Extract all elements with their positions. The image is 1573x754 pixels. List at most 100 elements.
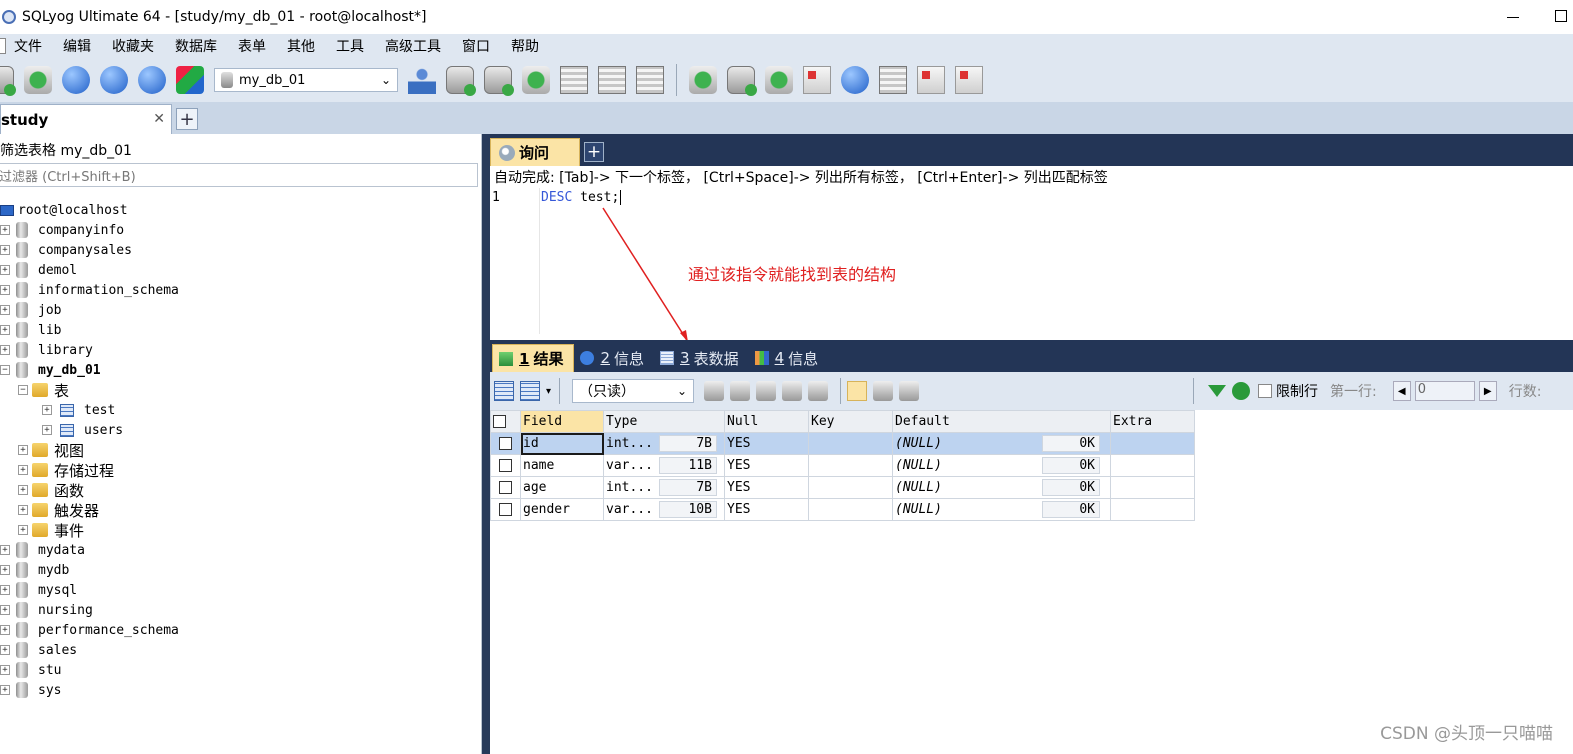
filter-input[interactable]: 过滤器 (Ctrl+Shift+B) xyxy=(0,163,478,187)
delete-icon[interactable] xyxy=(782,381,803,401)
close-icon[interactable]: ✕ xyxy=(153,111,165,127)
cell-key[interactable] xyxy=(808,432,893,455)
execute-query-icon[interactable] xyxy=(62,66,90,94)
tree-item-table[interactable]: + users xyxy=(0,420,480,440)
text-view-icon[interactable] xyxy=(899,381,920,401)
cell-null[interactable]: YES xyxy=(724,498,809,521)
column-header-default[interactable]: Default xyxy=(892,410,1111,433)
tree-item-database[interactable]: + job xyxy=(0,300,480,320)
tree-item-database[interactable]: + performance_schema xyxy=(0,620,480,640)
refresh-icon[interactable] xyxy=(138,66,166,94)
duplicate-row-icon[interactable] xyxy=(730,381,751,401)
expand-icon[interactable]: + xyxy=(0,285,10,295)
cell-extra[interactable] xyxy=(1110,454,1195,477)
scheduler-icon[interactable] xyxy=(841,66,869,94)
create-table-icon[interactable] xyxy=(560,66,588,94)
tree-item-database[interactable]: + mydata xyxy=(0,540,480,560)
export-icon[interactable] xyxy=(520,381,540,401)
import-icon[interactable] xyxy=(765,66,793,94)
column-header-type[interactable]: Type xyxy=(603,410,725,433)
tree-item-folder[interactable]: + 视图 xyxy=(0,440,480,460)
cell-field[interactable]: id xyxy=(520,432,604,455)
code-line[interactable]: DESC test; xyxy=(541,190,622,205)
create-database-icon[interactable] xyxy=(446,66,476,96)
cell-key[interactable] xyxy=(808,476,893,499)
menu-advanced-tools[interactable]: 高级工具 xyxy=(385,36,441,56)
expand-icon[interactable]: + xyxy=(0,265,10,275)
cell-type[interactable]: var... 10B xyxy=(603,498,725,521)
expand-icon[interactable]: + xyxy=(0,565,10,575)
collapse-icon[interactable]: − xyxy=(18,385,28,395)
expand-icon[interactable]: + xyxy=(0,345,10,355)
row-checkbox[interactable] xyxy=(490,432,521,455)
cell-type[interactable]: var... 11B xyxy=(603,454,725,477)
column-header-key[interactable]: Key xyxy=(808,410,893,433)
tree-item-folder[interactable]: + 事件 xyxy=(0,520,480,540)
expand-icon[interactable]: + xyxy=(0,305,10,315)
tree-item-folder[interactable]: + 触发器 xyxy=(0,500,480,520)
expand-icon[interactable]: + xyxy=(0,545,10,555)
expand-icon[interactable]: + xyxy=(0,685,10,695)
refresh-icon[interactable] xyxy=(1232,382,1251,400)
select-all-checkbox[interactable] xyxy=(490,410,521,433)
database-selector[interactable]: my_db_01 ⌄ xyxy=(214,68,398,92)
add-row-icon[interactable] xyxy=(494,381,514,401)
tab-result[interactable]: 1 结果 xyxy=(492,344,575,372)
row-checkbox[interactable] xyxy=(490,454,521,477)
tree-item-database[interactable]: + nursing xyxy=(0,600,480,620)
cell-null[interactable]: YES xyxy=(724,454,809,477)
insert-row-icon[interactable] xyxy=(704,381,725,401)
maximize-button[interactable] xyxy=(1555,10,1567,22)
schema-designer-icon[interactable] xyxy=(176,66,204,94)
table-row[interactable]: name var... 11B YES (NULL) 0K xyxy=(490,454,1195,477)
previous-page-button[interactable]: ◀ xyxy=(1392,381,1411,401)
cell-default[interactable]: (NULL) 0K xyxy=(892,432,1111,455)
tree-item-database[interactable]: + mydb xyxy=(0,560,480,580)
expand-icon[interactable]: + xyxy=(0,645,10,655)
expand-icon[interactable]: + xyxy=(0,325,10,335)
expand-icon[interactable]: + xyxy=(42,425,52,435)
expand-icon[interactable]: + xyxy=(18,445,28,455)
row-checkbox[interactable] xyxy=(490,476,521,499)
expand-icon[interactable]: + xyxy=(0,625,10,635)
panel-splitter[interactable] xyxy=(482,134,490,754)
cell-extra[interactable] xyxy=(1110,432,1195,455)
cell-key[interactable] xyxy=(808,498,893,521)
menu-favorites[interactable]: 收藏夹 xyxy=(112,36,154,56)
tree-item-folder[interactable]: + 存储过程 xyxy=(0,460,480,480)
first-row-input[interactable]: 0 xyxy=(1414,381,1475,401)
menu-help[interactable]: 帮助 xyxy=(511,36,539,56)
document-icon[interactable] xyxy=(0,38,6,54)
alter-table-icon[interactable] xyxy=(598,66,626,94)
result-mode-select[interactable]: （只读） ⌄ xyxy=(572,379,695,403)
tree-item-database[interactable]: + lib xyxy=(0,320,480,340)
expand-icon[interactable]: + xyxy=(18,485,28,495)
cell-key[interactable] xyxy=(808,454,893,477)
expand-icon[interactable]: + xyxy=(0,585,10,595)
cell-field[interactable]: name xyxy=(520,454,604,477)
restore-database-icon[interactable] xyxy=(522,66,550,94)
tree-item-database-current[interactable]: − my_db_01 xyxy=(0,360,480,380)
next-page-button[interactable]: ▶ xyxy=(1478,381,1497,401)
cell-field[interactable]: gender xyxy=(520,498,604,521)
tree-item-table[interactable]: + test xyxy=(0,400,480,420)
menu-database[interactable]: 数据库 xyxy=(175,36,217,56)
cell-extra[interactable] xyxy=(1110,476,1195,499)
tree-item-database[interactable]: + companysales xyxy=(0,240,480,260)
limit-rows-checkbox[interactable] xyxy=(1258,384,1273,398)
schema-sync-icon[interactable] xyxy=(689,66,717,94)
cell-type[interactable]: int... 7B xyxy=(603,432,725,455)
tree-item-folder[interactable]: + 函数 xyxy=(0,480,480,500)
column-header-null[interactable]: Null xyxy=(724,410,809,433)
column-header-extra[interactable]: Extra xyxy=(1110,410,1195,433)
expand-icon[interactable]: + xyxy=(42,405,52,415)
menu-tools[interactable]: 工具 xyxy=(336,36,364,56)
data-sync-icon[interactable] xyxy=(727,66,757,96)
table-row[interactable]: id int... 7B YES (NULL) 0K xyxy=(490,432,1195,455)
tree-item-database[interactable]: + sales xyxy=(0,640,480,660)
tree-item-database[interactable]: + mysql xyxy=(0,580,480,600)
manage-index-icon[interactable] xyxy=(636,66,664,94)
expand-icon[interactable]: + xyxy=(0,225,10,235)
expand-icon[interactable]: + xyxy=(0,245,10,255)
backup-database-icon[interactable] xyxy=(484,66,514,96)
